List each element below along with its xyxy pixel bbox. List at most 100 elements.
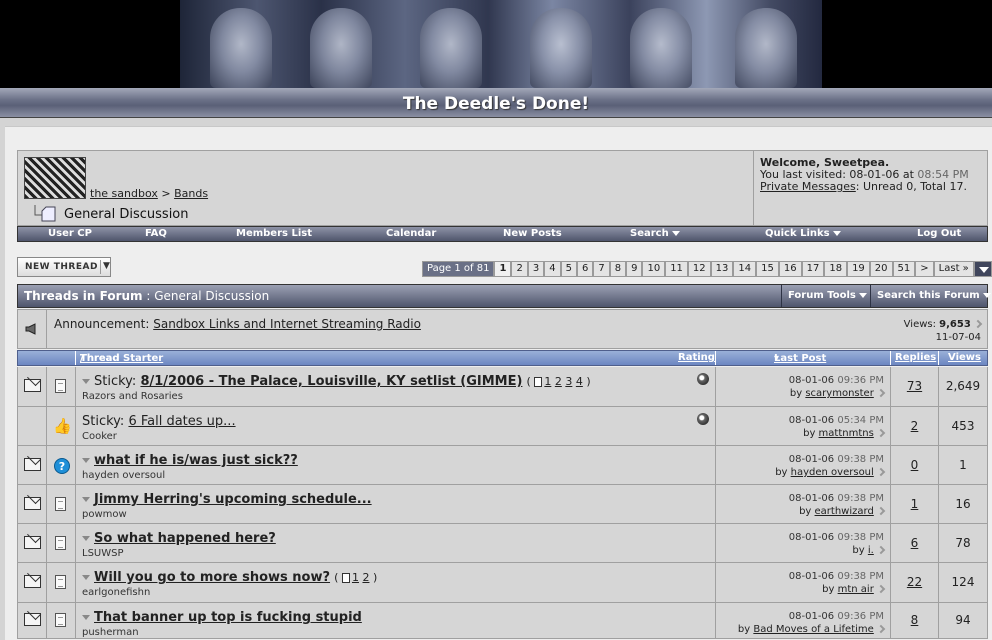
menu-log-out[interactable]: Log Out: [917, 228, 961, 239]
thread-starter: Cooker: [82, 431, 117, 442]
new-post-arrow-icon[interactable]: [82, 379, 90, 384]
replies-cell: 2: [891, 407, 939, 445]
thread-page-link[interactable]: 2: [362, 571, 369, 584]
menu-quick-links-label: Quick Links: [765, 228, 830, 239]
thread-title-link[interactable]: 8/1/2006 - The Palace, Louisville, KY se…: [140, 374, 522, 389]
go-to-last-post-icon[interactable]: [876, 428, 886, 438]
search-forum-menu[interactable]: Search this Forum: [870, 285, 991, 307]
pager-dropdown-icon[interactable]: [973, 261, 992, 277]
pager-page-link[interactable]: 13: [710, 261, 734, 277]
pager-page-link[interactable]: 20: [869, 261, 893, 277]
thread-page-link[interactable]: 1: [352, 571, 359, 584]
thread-status-cell: [18, 485, 47, 523]
last-poster-link[interactable]: i.: [868, 545, 874, 556]
pager-page-link[interactable]: 7: [593, 261, 610, 277]
pager-page-link[interactable]: 14: [733, 261, 757, 277]
menu-search[interactable]: Search: [630, 228, 680, 239]
replies-count-link[interactable]: 2: [891, 419, 938, 433]
last-poster-link[interactable]: mattnmtns: [819, 428, 874, 439]
pager-page-link[interactable]: 10: [642, 261, 666, 277]
pager-label: Page 1 of 81: [422, 261, 495, 277]
pager-page-link[interactable]: 17: [801, 261, 825, 277]
menu-calendar[interactable]: Calendar: [386, 228, 436, 239]
band-member-photo: [310, 8, 372, 88]
thread-title-link[interactable]: That banner up top is fucking stupid: [94, 610, 362, 625]
go-to-post-icon[interactable]: [973, 319, 983, 329]
pager-page-link[interactable]: 19: [847, 261, 870, 277]
new-post-arrow-icon[interactable]: [82, 536, 90, 541]
go-to-last-post-icon[interactable]: [876, 506, 886, 516]
go-to-last-post-icon[interactable]: [876, 467, 886, 477]
menu-new-posts[interactable]: New Posts: [503, 228, 562, 239]
last-post-cell: 08-01-06 09:36 PM by scarymonster: [716, 367, 891, 406]
pager-page-link[interactable]: 5: [560, 261, 577, 277]
last-post-by: by Bad Moves of a Lifetime: [738, 624, 886, 635]
thread-page-link[interactable]: 2: [555, 375, 562, 388]
column-views[interactable]: Views: [948, 352, 981, 363]
last-post-by: by mattnmtns: [803, 428, 886, 439]
menu-faq[interactable]: FAQ: [145, 228, 167, 239]
breadcrumb-link-sandbox[interactable]: the sandbox: [90, 187, 158, 200]
announcement-link[interactable]: Sandbox Links and Internet Streaming Rad…: [153, 317, 421, 331]
last-post-by-label: by: [822, 584, 835, 595]
last-poster-link[interactable]: Bad Moves of a Lifetime: [753, 624, 873, 635]
pager-page-link[interactable]: 3: [527, 261, 545, 277]
thread-page-link[interactable]: 1: [544, 375, 551, 388]
column-replies[interactable]: Replies: [895, 352, 936, 363]
pager-page-link[interactable]: 2: [511, 261, 528, 277]
pager-page-link[interactable]: 11: [665, 261, 688, 277]
pager-page-link[interactable]: 51: [892, 261, 916, 277]
site-title-bar: The Deedle's Done!: [0, 88, 992, 118]
pager-page-link[interactable]: 1: [494, 261, 512, 277]
menu-user-cp[interactable]: User CP: [48, 228, 92, 239]
replies-count-link[interactable]: 73: [891, 379, 938, 393]
last-poster-link[interactable]: mtn air: [838, 584, 874, 595]
thread-page-link[interactable]: 3: [565, 375, 572, 388]
forum-tools-menu[interactable]: Forum Tools: [781, 285, 870, 307]
replies-count-link[interactable]: 22: [891, 575, 938, 589]
pager-page-link[interactable]: 16: [778, 261, 802, 277]
last-poster-link[interactable]: hayden oversoul: [791, 467, 874, 478]
thread-title-link[interactable]: what if he is/was just sick??: [94, 453, 298, 468]
pager-page-link[interactable]: 8: [609, 261, 627, 277]
replies-count-link[interactable]: 1: [891, 497, 938, 511]
column-rating[interactable]: Rating: [678, 352, 715, 363]
pager-page-link[interactable]: 15: [756, 261, 779, 277]
thread-title-link[interactable]: Jimmy Herring's upcoming schedule...: [94, 492, 372, 507]
new-post-arrow-icon[interactable]: [82, 458, 90, 463]
menu-members-list[interactable]: Members List: [236, 228, 312, 239]
thread-title-link[interactable]: 6 Fall dates up...: [128, 414, 235, 429]
replies-count-link[interactable]: 6: [891, 536, 938, 550]
private-messages-link[interactable]: Private Messages: [760, 180, 856, 193]
pager-page-link[interactable]: 4: [544, 261, 561, 277]
pagination: Page 1 of 81 1 2 3 4 5 6 7 8 9 10 11 12 13 14 15 16 17 18…: [422, 261, 992, 277]
last-poster-link[interactable]: scarymonster: [805, 388, 873, 399]
go-to-last-post-icon[interactable]: [876, 584, 886, 594]
thread-title-line: Sticky: 6 Fall dates up...: [82, 414, 236, 429]
thumbs-up-icon: 👍: [53, 417, 72, 435]
pager-page-link[interactable]: 9: [626, 261, 643, 277]
last-post-time: 09:38 PM: [837, 454, 884, 465]
new-thread-button[interactable]: NEW THREAD ▼: [17, 257, 111, 277]
last-poster-link[interactable]: earthwizard: [815, 506, 874, 517]
pager-page-link[interactable]: 12: [687, 261, 711, 277]
go-to-last-post-icon[interactable]: [876, 388, 886, 398]
breadcrumb-link-bands[interactable]: Bands: [174, 187, 208, 200]
menu-quick-links[interactable]: Quick Links: [765, 228, 841, 239]
new-thread-dropdown-icon[interactable]: ▼: [103, 261, 110, 271]
new-post-arrow-icon[interactable]: [82, 615, 90, 620]
pager-page-link[interactable]: 6: [576, 261, 594, 277]
thread-title-link[interactable]: So what happened here?: [94, 531, 276, 546]
thread-page-link[interactable]: 4: [576, 375, 583, 388]
pager-page-link[interactable]: 18: [824, 261, 848, 277]
go-to-last-post-icon[interactable]: [876, 545, 886, 555]
pager-page-link[interactable]: >: [915, 261, 934, 277]
pager-page-link[interactable]: Last »: [933, 261, 974, 277]
go-to-last-post-icon[interactable]: [876, 624, 886, 634]
forum-logo[interactable]: [24, 157, 86, 199]
new-post-arrow-icon[interactable]: [82, 575, 90, 580]
new-post-arrow-icon[interactable]: [82, 497, 90, 502]
replies-count-link[interactable]: 0: [891, 458, 938, 472]
replies-count-link[interactable]: 8: [891, 613, 938, 627]
thread-title-link[interactable]: Will you go to more shows now?: [94, 570, 330, 585]
